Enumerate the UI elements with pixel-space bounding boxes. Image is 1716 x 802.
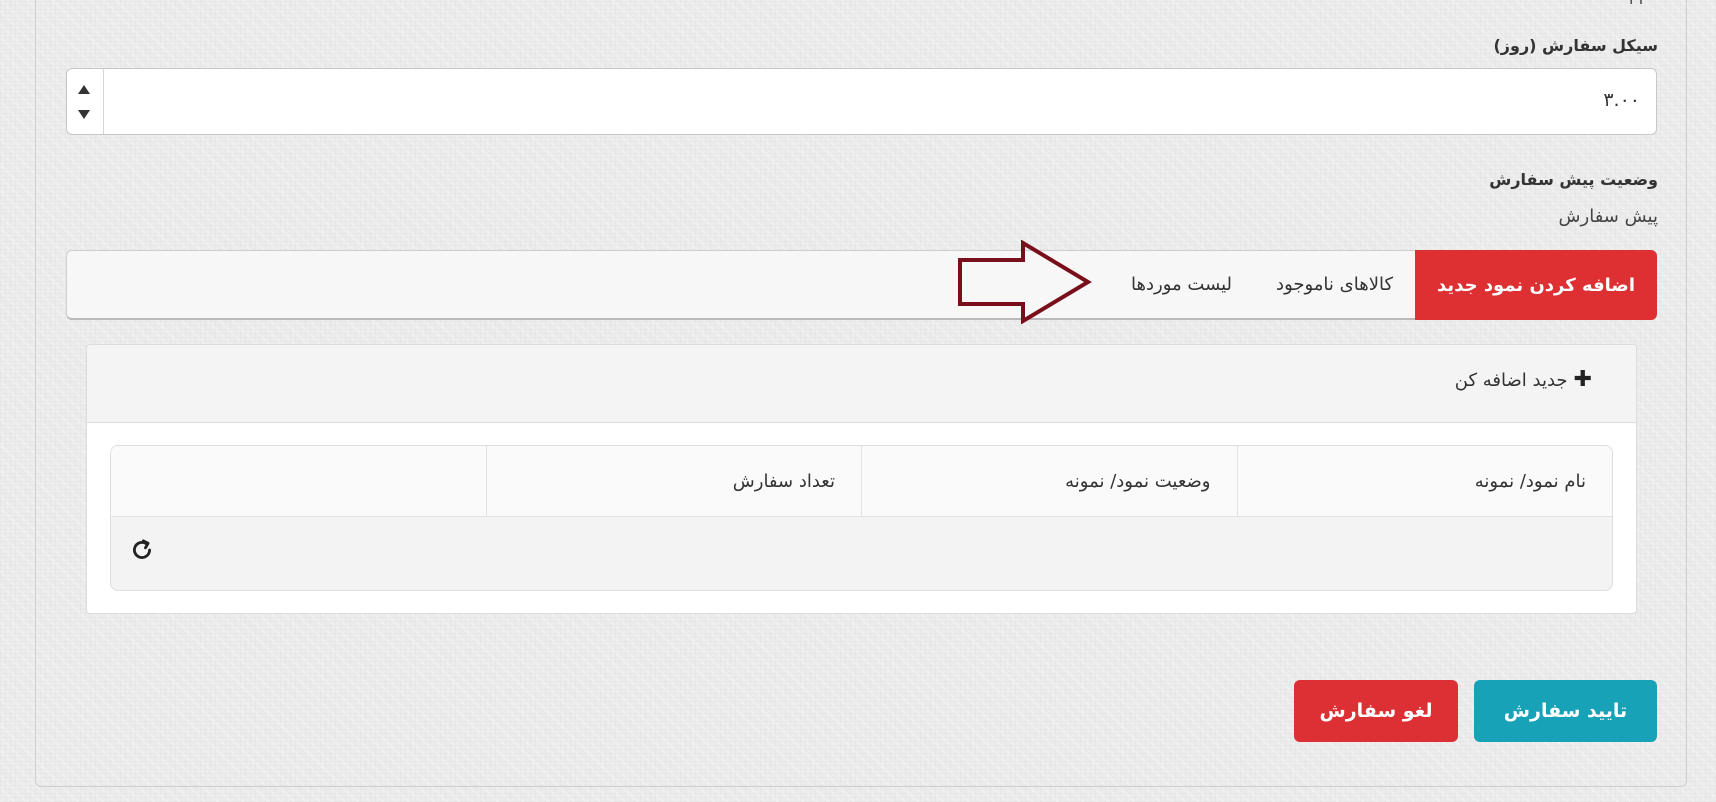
add-new-label: جدید اضافه کن	[1454, 369, 1568, 391]
tab-bar: اضافه کردن نمود جدید کالاهای ناموجود لیس…	[66, 250, 1657, 320]
grid-body	[111, 517, 1612, 590]
order-cycle-input[interactable]: ۳.۰۰	[66, 68, 1657, 135]
items-panel: ✚ جدید اضافه کن نام نمود/ نمونه وضعیت نم…	[86, 344, 1637, 614]
top-field-value-fragment: ۲۲	[1628, 0, 1647, 9]
grid-header-row: نام نمود/ نمونه وضعیت نمود/ نمونه تعداد …	[111, 446, 1612, 517]
refresh-icon[interactable]	[129, 537, 155, 563]
cancel-order-button[interactable]: لغو سفارش	[1294, 680, 1458, 742]
tab-out-of-stock[interactable]: کالاهای ناموجود	[1254, 251, 1415, 318]
items-grid: نام نمود/ نمونه وضعیت نمود/ نمونه تعداد …	[110, 445, 1613, 591]
add-new-button[interactable]: ✚ جدید اضافه کن	[1455, 369, 1592, 391]
tab-items-list[interactable]: لیست موردها	[1109, 251, 1254, 318]
number-spinner	[67, 69, 104, 134]
spin-down-icon[interactable]	[78, 110, 90, 119]
confirm-order-button[interactable]: تایید سفارش	[1474, 680, 1657, 742]
column-header-item-status[interactable]: وضعیت نمود/ نمونه	[861, 446, 1237, 516]
spin-up-icon[interactable]	[78, 85, 90, 94]
column-header-order-count[interactable]: تعداد سفارش	[485, 446, 862, 516]
arrow-right-outline-icon	[958, 240, 1092, 324]
order-cycle-value: ۳.۰۰	[1603, 89, 1640, 111]
order-cycle-label: سیکل سفارش (روز)	[1493, 36, 1658, 55]
tab-add-new-item[interactable]: اضافه کردن نمود جدید	[1415, 250, 1657, 320]
preorder-status-value: پیش سفارش	[1558, 206, 1658, 227]
panel-header: ✚ جدید اضافه کن	[87, 345, 1636, 423]
column-header-item-name[interactable]: نام نمود/ نمونه	[1236, 446, 1613, 516]
plus-icon: ✚	[1573, 367, 1592, 392]
column-header-actions	[111, 446, 486, 516]
preorder-status-label: وضعیت پیش سفارش	[1489, 170, 1658, 189]
